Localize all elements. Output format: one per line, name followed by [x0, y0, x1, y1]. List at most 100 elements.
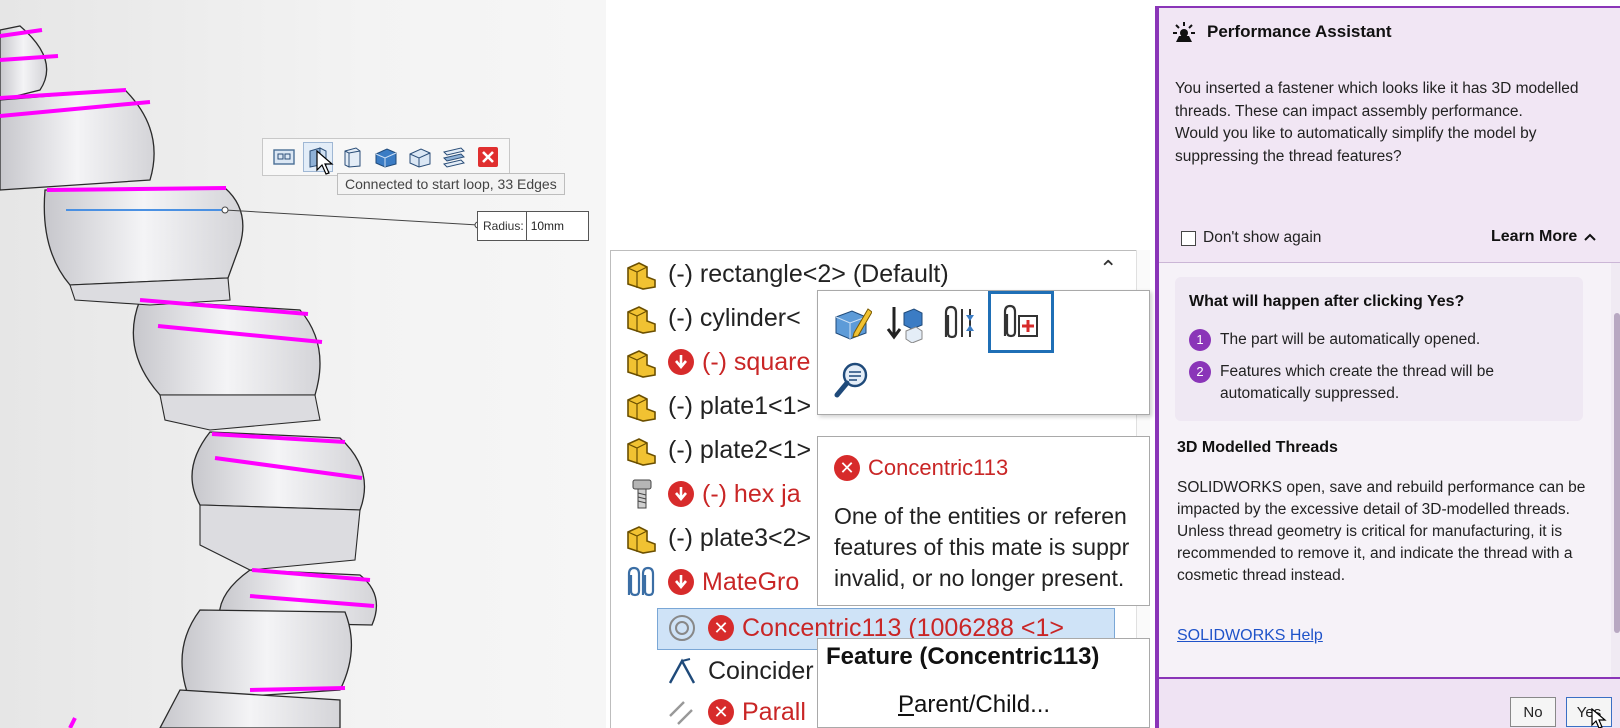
parent-child-menu-item[interactable]: Parent/Child...: [898, 691, 1050, 719]
mate-reference-button[interactable]: [936, 301, 984, 345]
what-happens-card: What will happen after clicking Yes? 1 T…: [1175, 277, 1583, 421]
performance-assistant-icon: [1173, 22, 1195, 42]
add-to-folder-button[interactable]: [988, 291, 1054, 353]
pa-footer: No Yes: [1159, 677, 1620, 728]
assembly-component-icon: [622, 300, 662, 336]
close-icon: [478, 147, 498, 167]
tree-row[interactable]: (-) plate1<1>: [610, 386, 811, 426]
tree-row[interactable]: (-) hex ja: [610, 474, 801, 514]
error-icon: ✕: [708, 699, 734, 725]
mates-folder-icon: [622, 564, 662, 600]
step-number-badge: 1: [1189, 329, 1211, 351]
tree-row-label: (-) rectangle<2> (Default): [668, 259, 949, 288]
tree-row-label: (-) square: [702, 347, 811, 376]
tree-row-label: Parall: [742, 697, 806, 726]
zoom-to-selection-button[interactable]: [828, 357, 876, 401]
select-face-button[interactable]: [337, 142, 367, 172]
threaded-bolt-model: [0, 25, 482, 728]
mate-tooltip-title: ✕ Concentric113: [834, 455, 1008, 481]
mouse-cursor-icon: [1591, 708, 1607, 728]
assembly-component-icon: [622, 432, 662, 468]
assembly-component-icon: [622, 520, 662, 556]
section-body: SOLIDWORKS open, save and rebuild perfor…: [1177, 479, 1586, 584]
assembly-component-icon: [622, 388, 662, 424]
tree-row[interactable]: (-) rectangle<2> (Default): [610, 254, 949, 294]
tree-row-label: MateGro: [702, 567, 800, 596]
select-face-icon: [344, 147, 361, 168]
tree-row[interactable]: (-) cylinder<: [610, 298, 801, 338]
pa-details: What will happen after clicking Yes? 1 T…: [1159, 263, 1620, 677]
context-menu-title: Feature (Concentric113): [826, 643, 1100, 670]
tree-row-label: Coincider: [708, 656, 814, 685]
tree-row[interactable]: (-) plate2<1>: [610, 430, 811, 470]
tree-row[interactable]: Coincider: [650, 651, 814, 691]
pa-header: Performance Assistant: [1171, 20, 1392, 44]
close-toolbar-button[interactable]: [473, 142, 503, 172]
mate-error-tooltip: ✕ Concentric113 One of the entities or r…: [817, 436, 1150, 606]
checkbox-box[interactable]: [1181, 230, 1196, 246]
zoom-to-selection-icon: [834, 362, 868, 398]
section-title: 3D Modelled Threads: [1177, 439, 1338, 456]
graphics-viewport[interactable]: Connected to start loop, 33 Edges Radius…: [0, 0, 606, 728]
dont-show-again-checkbox[interactable]: Don't show again: [1181, 229, 1321, 247]
coincident-mate-icon: [662, 653, 702, 689]
scrollbar-thumb[interactable]: [1614, 313, 1620, 633]
assembly-component-icon: [622, 344, 662, 380]
tree-row-label: (-) cylinder<: [668, 303, 801, 332]
edit-part-button[interactable]: [828, 301, 876, 345]
chevron-up-icon: [1584, 233, 1596, 241]
error-icon: ✕: [834, 455, 860, 481]
mouse-cursor-icon: [316, 150, 334, 175]
tree-row-label: (-) plate2<1>: [668, 435, 812, 464]
no-button[interactable]: No: [1510, 697, 1556, 727]
tree-row[interactable]: ✕ Parall: [650, 692, 806, 728]
card-title: What will happen after clicking Yes?: [1189, 293, 1465, 310]
performance-assistant-panel: Performance Assistant You inserted a fas…: [1155, 6, 1620, 728]
error-icon: ✕: [708, 615, 734, 641]
assembly-component-icon: [622, 256, 662, 292]
select-feature-icon: [409, 148, 431, 168]
collapse-chevron-icon[interactable]: ⌃: [1099, 256, 1117, 282]
radius-label: Radius:: [478, 212, 527, 240]
pa-scrollbar[interactable]: [1611, 263, 1620, 677]
radius-callout[interactable]: Radius: 10mm: [477, 211, 589, 241]
parallel-mate-icon: [662, 694, 702, 728]
insert-down-icon: [886, 307, 923, 343]
select-feature-button[interactable]: [405, 142, 435, 172]
edit-part-icon: [835, 308, 872, 340]
step-number-badge: 2: [1189, 361, 1211, 383]
tree-row-label: (-) plate1<1>: [668, 391, 812, 420]
select-loop-button[interactable]: [269, 142, 299, 172]
tree-row[interactable]: (-) plate3<2>: [610, 518, 811, 558]
radius-input[interactable]: 10mm: [527, 219, 564, 233]
step-item: 1 The part will be automatically opened.: [1189, 329, 1579, 351]
insert-down-button[interactable]: [882, 301, 930, 345]
select-tangency-button[interactable]: [371, 142, 401, 172]
selection-tooltip: Connected to start loop, 33 Edges: [337, 173, 565, 195]
mate-tooltip-body: One of the entities or referen features …: [834, 503, 1130, 591]
select-loop-icon: [273, 149, 295, 165]
feature-context-menu: Feature (Concentric113) Parent/Child...: [817, 638, 1150, 728]
pa-message: You inserted a fastener which looks like…: [1175, 80, 1579, 165]
tree-row-label: (-) plate3<2>: [668, 523, 812, 552]
tree-row[interactable]: (-) square: [610, 342, 810, 382]
rebuild-error-icon: [668, 481, 694, 507]
app-root: Connected to start loop, 33 Edges Radius…: [0, 0, 1620, 728]
rebuild-error-icon: [668, 349, 694, 375]
pa-title: Performance Assistant: [1207, 22, 1392, 41]
step-item: 2 Features which create the thread will …: [1189, 361, 1579, 405]
concentric-mate-icon: [662, 610, 702, 646]
mate-reference-icon: [944, 305, 974, 339]
tree-row-label: (-) hex ja: [702, 479, 801, 508]
select-connected-icon: [443, 147, 465, 168]
rebuild-error-icon: [668, 569, 694, 595]
add-to-folder-icon: [1003, 304, 1038, 338]
tree-row[interactable]: MateGro: [610, 562, 799, 602]
select-connected-button[interactable]: [439, 142, 469, 172]
fastener-icon: [622, 476, 662, 512]
selection-context-toolbar: [262, 138, 510, 176]
context-icon-popup: [817, 290, 1150, 415]
learn-more-toggle[interactable]: Learn More: [1491, 228, 1597, 246]
solidworks-help-link[interactable]: SOLIDWORKS Help: [1177, 627, 1323, 645]
select-tangency-icon: [375, 148, 397, 168]
